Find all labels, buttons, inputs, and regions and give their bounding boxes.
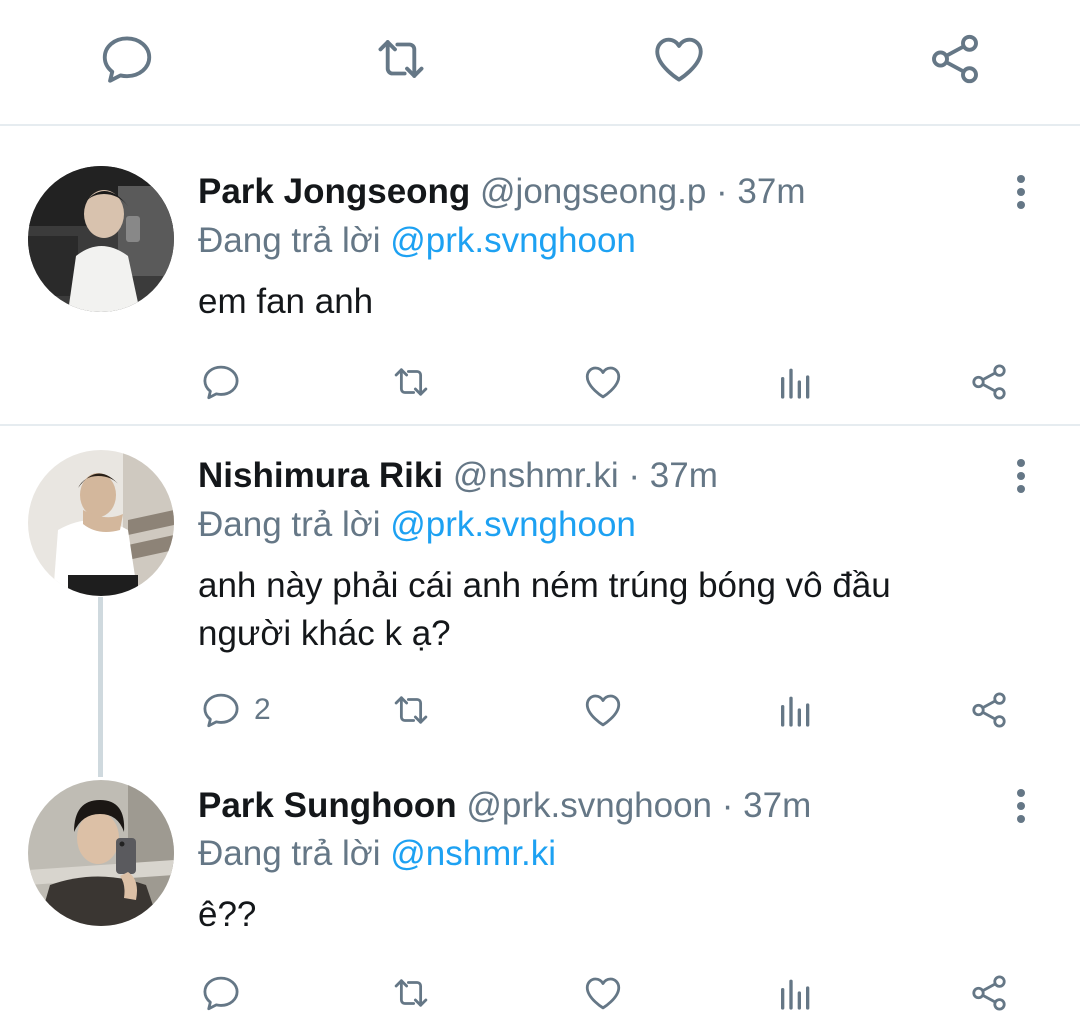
author-name[interactable]: Park Jongseong	[198, 172, 470, 211]
tweet-header: Park Sunghoon @prk.svnghoon · 37m	[198, 785, 811, 827]
retweet-icon	[388, 361, 434, 403]
analytics-icon	[776, 689, 816, 731]
thread-connector	[98, 597, 103, 777]
avatar[interactable]	[28, 166, 174, 312]
analytics-icon	[776, 972, 816, 1014]
divider	[0, 424, 1080, 426]
mention-link[interactable]: @nshmr.ki	[390, 834, 556, 873]
reply-count: 2	[254, 693, 271, 726]
avatar[interactable]	[28, 450, 174, 596]
tweet-header: Park Jongseong @jongseong.p · 37m	[198, 171, 806, 213]
tweet-text-line: người khác k ạ?	[198, 614, 451, 653]
replying-to-label: Đang trả lời	[198, 221, 381, 260]
share-button[interactable]	[968, 972, 1010, 1014]
analytics-icon	[776, 361, 816, 403]
like-button[interactable]	[582, 689, 624, 731]
share-icon	[968, 361, 1010, 403]
retweet-icon[interactable]	[370, 30, 432, 88]
reply-icon	[200, 689, 242, 731]
timestamp[interactable]: 37m	[650, 456, 718, 495]
separator: ·	[716, 172, 728, 211]
analytics-button[interactable]	[776, 689, 816, 731]
separator: ·	[628, 456, 641, 495]
replying-to: Đang trả lời @prk.svnghoon	[198, 220, 636, 262]
retweet-button[interactable]	[388, 689, 434, 731]
more-vertical-icon[interactable]	[1006, 172, 1036, 212]
analytics-button[interactable]	[776, 361, 816, 403]
reply-button[interactable]: 2	[200, 689, 271, 731]
heart-icon[interactable]	[650, 30, 708, 88]
reply-button[interactable]	[200, 972, 254, 1014]
tweet-text: anh này phải cái anh ném trúng bóng vô đ…	[198, 562, 1018, 658]
like-button[interactable]	[582, 972, 624, 1014]
replying-to-label: Đang trả lời	[198, 505, 381, 544]
analytics-button[interactable]	[776, 972, 816, 1014]
heart-icon	[582, 972, 624, 1014]
heart-icon	[582, 689, 624, 731]
retweet-button[interactable]	[388, 972, 434, 1014]
retweet-icon	[388, 972, 434, 1014]
reply-icon	[200, 361, 242, 403]
more-vertical-icon[interactable]	[1006, 456, 1036, 496]
timestamp[interactable]: 37m	[737, 172, 805, 211]
separator: ·	[721, 786, 734, 825]
replying-to-label: Đang trả lời	[198, 834, 381, 873]
tweet-text-line: anh này phải cái anh ném trúng bóng vô đ…	[198, 566, 891, 605]
tweet-text: em fan anh	[198, 282, 374, 321]
reply-button[interactable]	[200, 361, 254, 403]
divider	[0, 124, 1080, 126]
mention-link[interactable]: @prk.svnghoon	[390, 505, 636, 544]
retweet-icon	[388, 689, 434, 731]
replying-to: Đang trả lời @nshmr.ki	[198, 833, 556, 875]
more-vertical-icon[interactable]	[1006, 786, 1036, 826]
retweet-button[interactable]	[388, 361, 434, 403]
share-button[interactable]	[968, 361, 1010, 403]
replying-to: Đang trả lời @prk.svnghoon	[198, 504, 636, 546]
author-name[interactable]: Nishimura Riki	[198, 456, 443, 495]
share-icon	[968, 689, 1010, 731]
heart-icon	[582, 361, 624, 403]
share-icon	[968, 972, 1010, 1014]
share-button[interactable]	[968, 689, 1010, 731]
like-button[interactable]	[582, 361, 624, 403]
timestamp[interactable]: 37m	[743, 786, 811, 825]
avatar[interactable]	[28, 780, 174, 926]
author-handle[interactable]: @nshmr.ki	[453, 456, 619, 495]
mention-link[interactable]: @prk.svnghoon	[390, 221, 636, 260]
share-icon[interactable]	[926, 30, 984, 88]
tweet-text: ê??	[198, 895, 257, 934]
reply-icon[interactable]	[98, 30, 156, 88]
author-name[interactable]: Park Sunghoon	[198, 786, 457, 825]
author-handle[interactable]: @prk.svnghoon	[466, 786, 712, 825]
author-handle[interactable]: @jongseong.p	[480, 172, 706, 211]
tweet-header: Nishimura Riki @nshmr.ki · 37m	[198, 455, 718, 497]
reply-icon	[200, 972, 242, 1014]
